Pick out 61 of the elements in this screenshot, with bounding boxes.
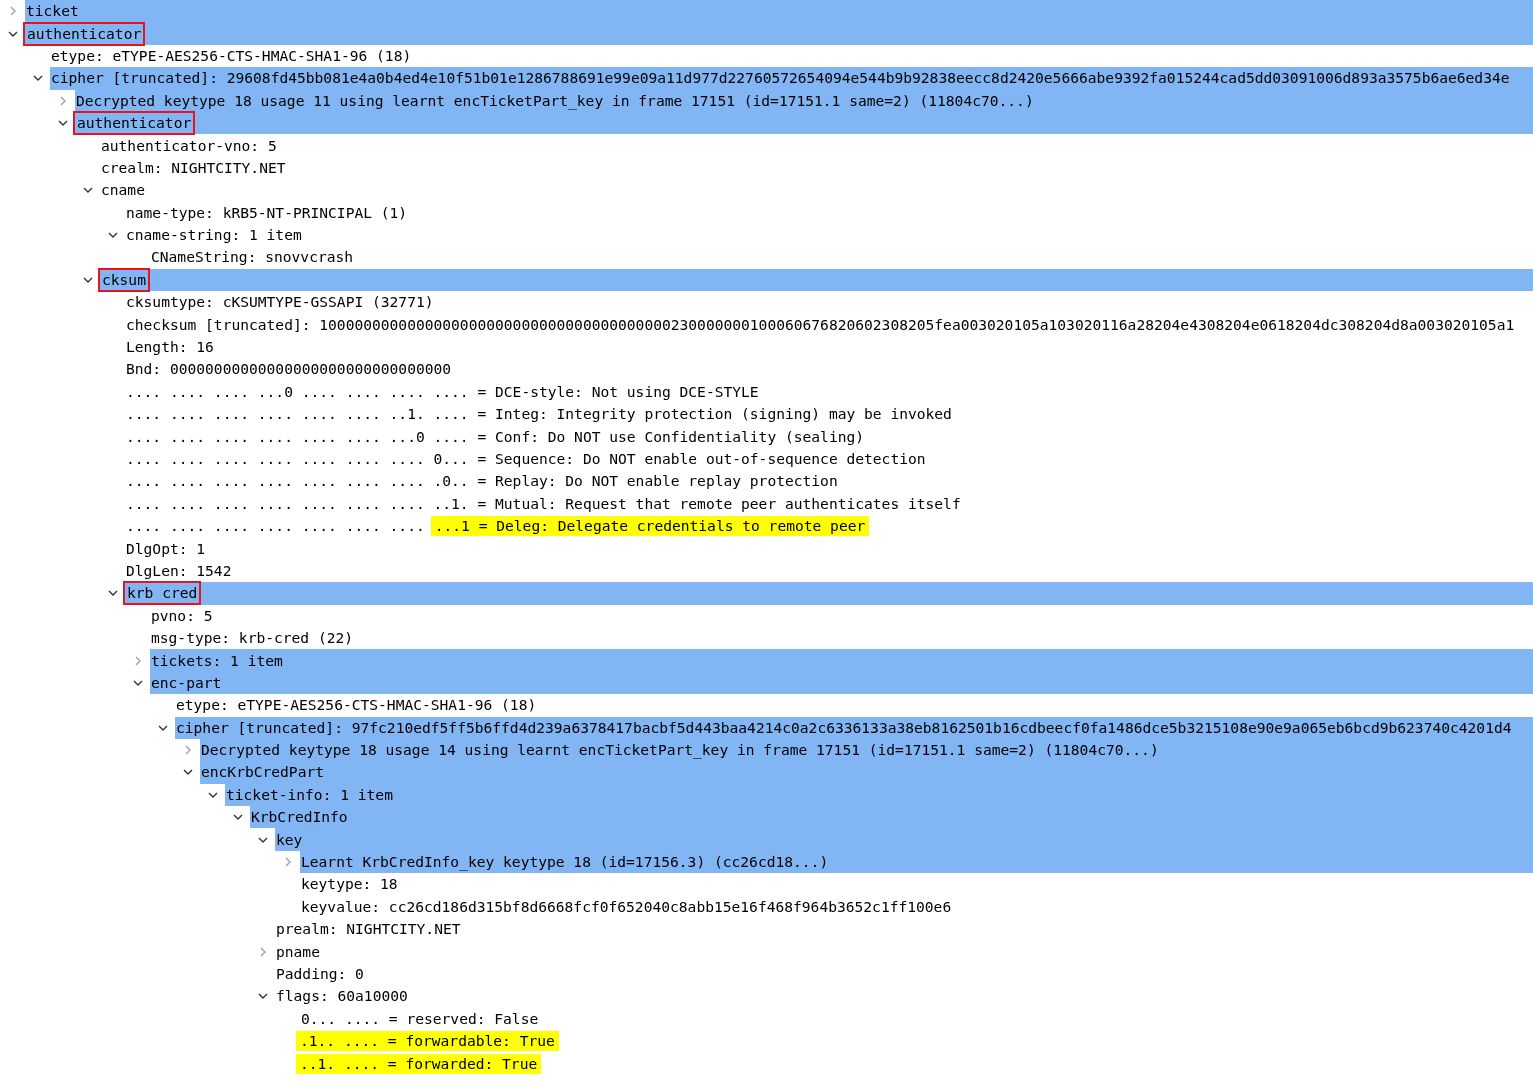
tree-item-label: Bnd: 00000000000000000000000000000000 xyxy=(125,359,453,380)
tree-item-label: prealm: NIGHTCITY.NET xyxy=(275,919,462,940)
tree-item-label: Padding: 0 xyxy=(275,964,365,984)
row-highlight[interactable]: enc-part xyxy=(150,671,1533,695)
tree-item-label: msg-type: krb-cred (22) xyxy=(150,628,355,649)
row-highlight[interactable]: krb cred xyxy=(125,582,1533,605)
tree-item-label: crealm: NIGHTCITY.NET xyxy=(100,157,287,178)
row-highlight[interactable]: KrbCredInfo xyxy=(250,806,1533,829)
tree-item-label: 0... .... = reserved: False xyxy=(300,1008,540,1029)
tree-item-label: encKrbCredPart xyxy=(200,762,325,783)
row-highlight[interactable]: key xyxy=(275,828,1533,851)
tree-item-label: .... .... .... .... .... .... .... .0.. = Replay: Do NOT enable replay protection xyxy=(125,471,839,492)
tree-item-label: cname xyxy=(100,180,146,201)
row-highlight[interactable]: authenticator xyxy=(25,22,1533,45)
row-highlight[interactable]: tickets: 1 item xyxy=(150,649,1533,672)
tree-item-label: authenticator xyxy=(75,113,194,134)
tree-item-label: ticket xyxy=(25,1,80,22)
row-highlight[interactable]: Learnt KrbCredInfo_key keytype 18 (id=17156.3) (cc26cd18...) xyxy=(300,850,1533,874)
tree-item-label: pname xyxy=(275,941,321,962)
tree-item-label: checksum [truncated]: 1000000000000000000000000000000000000000230000000100060676820602308205fea003020105a103020116a28204e4308204e0618204dc308204d8a003020105a1 xyxy=(125,314,1516,335)
tree-item-label: .... .... .... .... .... .... ..1. .... = Integ: Integrity protection (signing) may be invoked xyxy=(125,404,953,425)
tree-item-label: enc-part xyxy=(150,672,223,693)
tree-item-label: Decrypted keytype 18 usage 11 using learnt encTicketPart_key in frame 17151 (id=17151.1 same=2) (11804c70...) xyxy=(75,90,1035,111)
row-highlight[interactable]: authenticator xyxy=(75,111,1533,135)
tree-item-label: tickets: 1 item xyxy=(150,650,284,671)
row-highlight[interactable]: Decrypted keytype 18 usage 11 using learnt encTicketPart_key in frame 17151 (id=17151.1 same=2) (11804c70...) xyxy=(75,89,1533,112)
row-highlight[interactable]: ticket xyxy=(25,0,1533,23)
tree-item-label: Length: 16 xyxy=(125,337,215,358)
highlighted-text: .1.. .... = forwardable: True xyxy=(296,1031,559,1052)
tree-item-label: etype: eTYPE-AES256-CTS-HMAC-SHA1-96 (18) xyxy=(50,45,413,66)
tree-item-label: Decrypted keytype 18 usage 14 using learnt encTicketPart_key in frame 17151 (id=17151.1 same=2) (11804c70...) xyxy=(200,740,1160,761)
tree-item-label: authenticator-vno: 5 xyxy=(100,135,278,156)
tree-item-label: .... .... .... .... .... .... .... 0... = Sequence: Do NOT enable out-of-sequence detection xyxy=(125,449,927,469)
tree-item-label: .... .... .... .... .... .... .... xyxy=(125,516,426,537)
row-highlight[interactable]: ticket-info: 1 item xyxy=(225,783,1533,807)
tree-item-label: authenticator xyxy=(25,23,144,44)
tree-item-label: .... .... .... .... .... .... .... ..1. = Mutual: Request that remote peer authenticates itself xyxy=(125,493,962,514)
row-highlight[interactable]: Decrypted keytype 18 usage 14 using learnt encTicketPart_key in frame 17151 (id=17151.1 same=2) (11804c70...) xyxy=(200,738,1533,762)
tree-item-label: keytype: 18 xyxy=(300,874,399,895)
tree-item-label: ticket-info: 1 item xyxy=(225,784,394,805)
tree-item-label: pvno: 5 xyxy=(150,605,214,626)
tree-item-label: DlgOpt: 1 xyxy=(125,538,207,559)
tree-item-label: cksum xyxy=(100,269,148,290)
tree-item-label: DlgLen: 1542 xyxy=(125,560,233,581)
tree-item-label: key xyxy=(275,829,304,850)
tree-item-label: KrbCredInfo xyxy=(250,807,349,828)
row-highlight[interactable]: encKrbCredPart xyxy=(200,761,1533,784)
tree-item-label: cksumtype: cKSUMTYPE-GSSAPI (32771) xyxy=(125,292,435,313)
highlighted-text: ...1 = Deleg: Delegate credentials to remote peer xyxy=(430,516,870,537)
tree-item-label: flags: 60a10000 xyxy=(275,986,409,1007)
tree-item-label: .... .... .... .... .... .... ...0 .... = Conf: Do NOT use Confidentiality (sealing) xyxy=(125,426,866,447)
tree-item-label: Learnt KrbCredInfo_key keytype 18 (id=17156.3) (cc26cd18...) xyxy=(300,852,830,873)
tree-item-label: cname-string: 1 item xyxy=(125,225,303,246)
highlighted-text: ..1. .... = forwarded: True xyxy=(296,1053,542,1074)
tree-item-label: krb cred xyxy=(125,583,200,604)
tree-item-label: CNameString: snovvcrash xyxy=(150,247,355,268)
tree-item-label: etype: eTYPE-AES256-CTS-HMAC-SHA1-96 (18) xyxy=(175,695,538,716)
tree-item-label: .... .... .... ...0 .... .... .... .... = DCE-style: Not using DCE-STYLE xyxy=(125,381,760,402)
row-highlight[interactable]: cksum xyxy=(100,268,1533,292)
tree-item-label: name-type: kRB5-NT-PRINCIPAL (1) xyxy=(125,202,409,223)
tree-item-label: keyvalue: cc26cd186d315bf8d6668fcf0f652040c8abb15e16f468f964b3652c1ff100e6 xyxy=(300,896,953,917)
